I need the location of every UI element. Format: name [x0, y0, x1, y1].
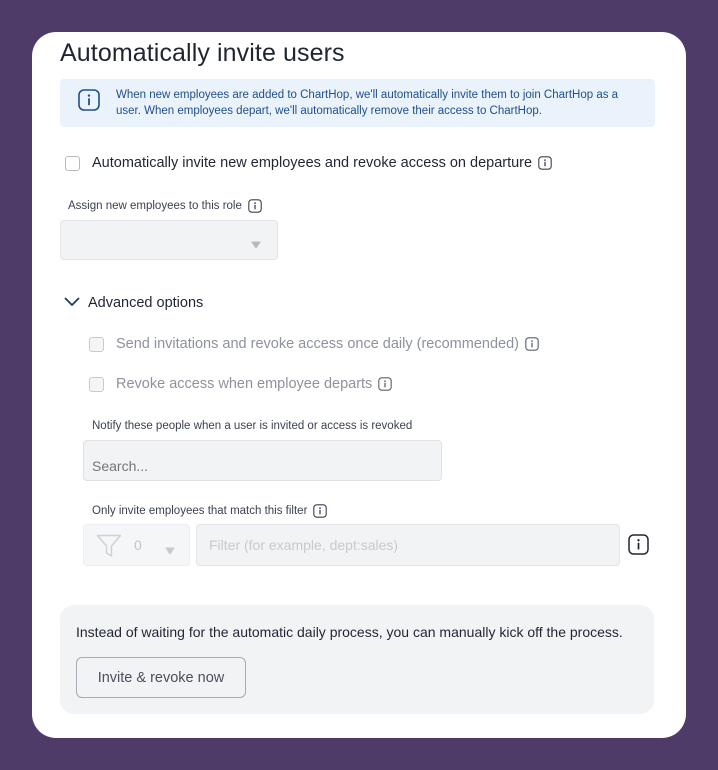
invite-revoke-now-button[interactable]: Invite & revoke now [76, 657, 246, 698]
info-icon[interactable] [628, 534, 649, 555]
manual-process-panel: Instead of waiting for the automatic dai… [60, 605, 654, 714]
invite-settings-card: Automatically invite users When new empl… [32, 32, 686, 738]
auto-invite-row[interactable]: Automatically invite new employees and r… [65, 155, 552, 171]
revoke-label: Revoke access when employee departs [116, 376, 373, 392]
role-label-row: Assign new employees to this role [68, 199, 262, 213]
info-banner: When new employees are added to ChartHop… [60, 79, 655, 127]
advanced-options-label: Advanced options [88, 295, 204, 311]
revoke-row[interactable]: Revoke access when employee departs [89, 376, 393, 392]
role-label: Assign new employees to this role [68, 200, 242, 212]
daily-label: Send invitations and revoke access once … [116, 336, 519, 352]
filter-count: 0 [134, 537, 142, 553]
advanced-options-toggle[interactable]: Advanced options [64, 294, 203, 312]
caret-down-icon [251, 236, 261, 254]
filter-input[interactable]: Filter (for example, dept:sales) [196, 524, 620, 566]
revoke-checkbox[interactable] [89, 376, 104, 392]
notify-label: Notify these people when a user is invit… [92, 420, 413, 432]
info-icon[interactable] [313, 504, 328, 518]
info-icon[interactable] [525, 337, 539, 351]
caret-down-icon [165, 542, 175, 560]
funnel-icon [96, 534, 122, 563]
info-icon [78, 89, 100, 111]
manual-process-text: Instead of waiting for the automatic dai… [76, 624, 623, 640]
role-select[interactable] [60, 220, 278, 260]
filter-count-dropdown[interactable]: 0 [83, 524, 190, 566]
daily-checkbox[interactable] [89, 336, 104, 352]
info-icon[interactable] [378, 377, 393, 391]
notify-search-input[interactable] [83, 440, 442, 481]
filter-label-row: Only invite employees that match this fi… [92, 504, 328, 518]
auto-invite-label: Automatically invite new employees and r… [92, 155, 533, 171]
daily-row[interactable]: Send invitations and revoke access once … [89, 336, 539, 352]
auto-invite-checkbox[interactable] [65, 155, 80, 171]
filter-label: Only invite employees that match this fi… [92, 505, 308, 517]
page-title: Automatically invite users [60, 39, 345, 67]
info-banner-text: When new employees are added to ChartHop… [116, 89, 619, 117]
notify-label-row: Notify these people when a user is invit… [92, 420, 412, 432]
chevron-down-icon [64, 294, 80, 312]
info-icon[interactable] [248, 199, 262, 213]
info-icon[interactable] [538, 156, 552, 170]
